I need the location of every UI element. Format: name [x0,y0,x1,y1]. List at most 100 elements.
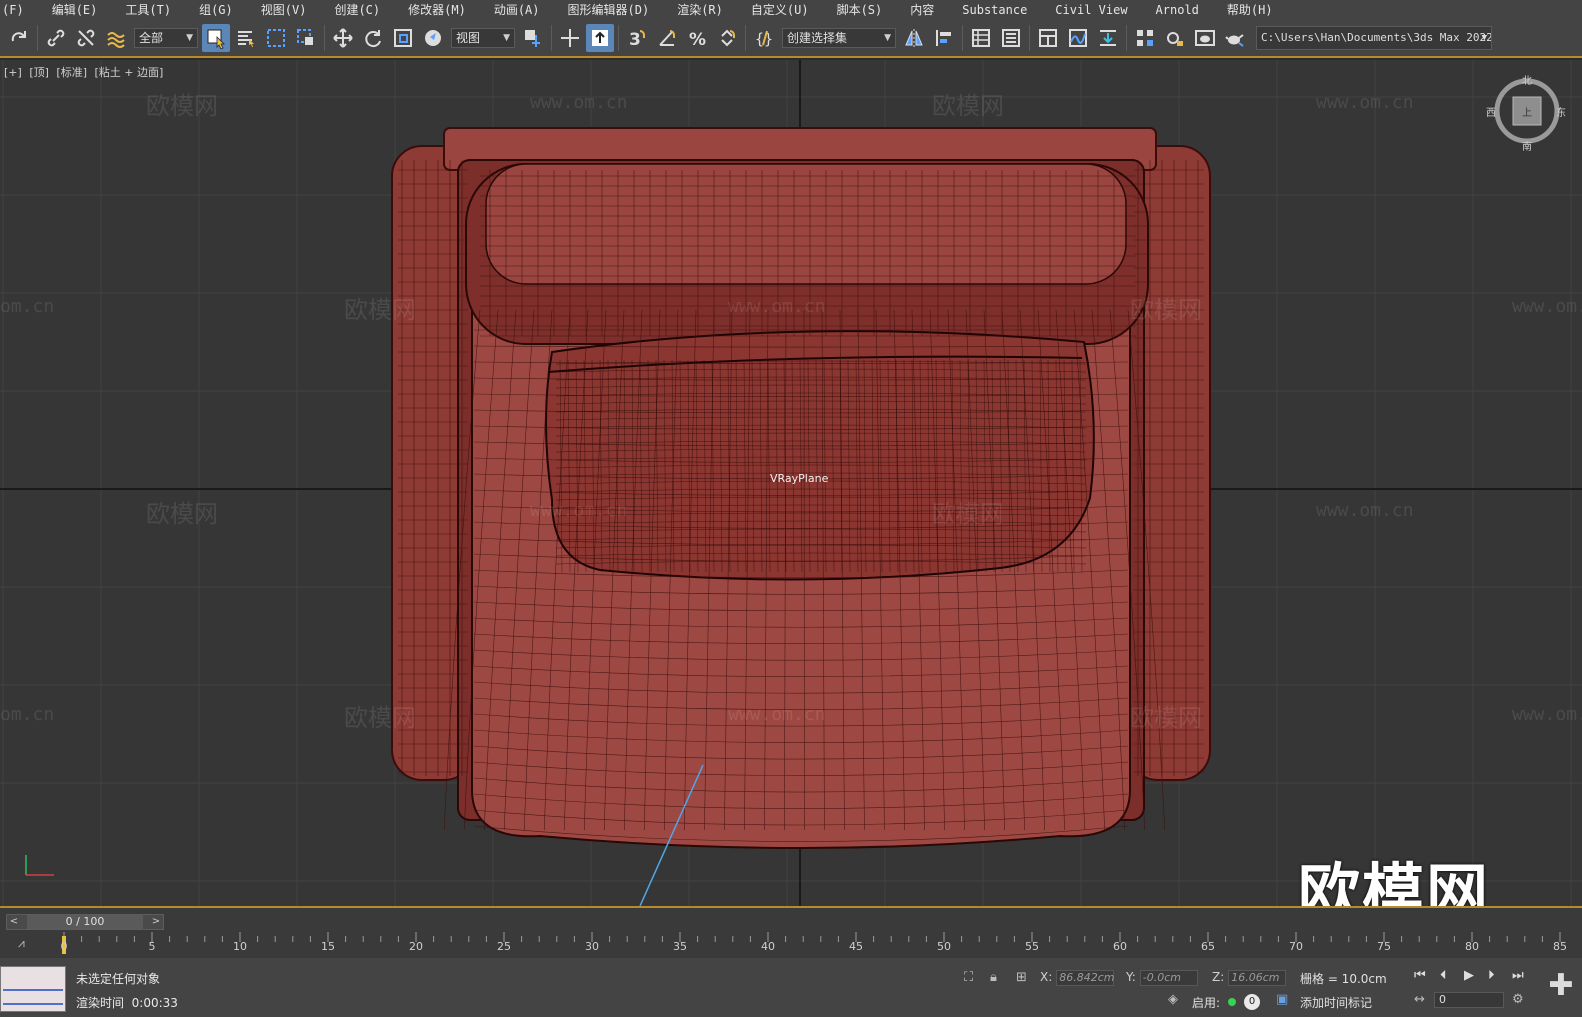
menu-item[interactable]: Arnold [1142,0,1213,20]
pivot-center-button[interactable] [519,24,547,52]
previous-frame-icon[interactable]: ⏴ [1440,968,1447,983]
next-frame-icon[interactable]: ⏵ [1488,968,1495,983]
bind-space-warp-button[interactable] [102,24,130,52]
isolate-selection-icon[interactable]: ⛶ [964,970,973,985]
select-manipulate-button[interactable] [556,24,584,52]
menu-item[interactable]: 动画(A) [480,0,554,20]
viewcube-west[interactable]: 西 [1486,104,1496,119]
watermark-text: www.om.cn [530,500,628,521]
add-time-tag[interactable]: 添加时间标记 [1300,994,1372,1011]
align-button[interactable] [930,24,958,52]
menu-item[interactable]: 组(G) [185,0,247,20]
chevron-down-icon: ▼ [884,33,891,43]
track-bar[interactable] [62,932,1570,960]
chevron-left-icon[interactable]: < [7,915,21,929]
viewport-point-of-view-menu[interactable]: [顶] [29,66,49,79]
viewport-label-menu[interactable]: [+] [顶] [标准] [粘土 + 边面] [4,64,167,80]
menu-item[interactable]: 帮助(H) [1213,0,1287,20]
track-bar-tick-label: 5 [148,940,156,953]
placement-button[interactable] [419,24,447,52]
go-to-end-icon[interactable]: ⏭ [1512,968,1524,983]
render-production-button[interactable] [1221,24,1249,52]
viewport-plus-menu[interactable]: [+] [4,66,22,79]
viewcube-north[interactable]: 北 [1522,72,1532,87]
current-frame-field[interactable]: 0 [1434,992,1504,1008]
zoom-extents-all-icon[interactable]: ✚ [1544,970,1578,1004]
redo-button[interactable] [5,24,33,52]
key-mode-toggle-icon[interactable]: ↔ [1414,992,1425,1007]
unlink-button[interactable] [72,24,100,52]
rotate-button[interactable] [359,24,387,52]
viewcube-south[interactable]: 南 [1522,138,1532,153]
schematic-view-button[interactable] [1094,24,1122,52]
material-editor-button[interactable] [1131,24,1159,52]
mini-curve-editor-icon[interactable]: ⩘ [18,936,25,951]
viewcube-east[interactable]: 东 [1556,104,1566,119]
menu-item[interactable]: Substance [948,0,1041,20]
absolute-mode-icon[interactable]: ⊞ [1016,970,1027,985]
menu-item[interactable]: 渲染(R) [663,0,737,20]
scene-explorer-icon [972,29,990,47]
watermark-text: www.om.cn [1316,500,1414,521]
menu-item[interactable]: 工具(T) [111,0,185,20]
reference-coordinate-dropdown[interactable]: 视图 ▼ [451,28,515,48]
layer-explorer-button[interactable] [997,24,1025,52]
angle-snap-button[interactable] [653,24,681,52]
watermark-text: 欧模网 [146,92,218,120]
armchair-mesh[interactable] [391,127,1211,849]
curve-editor-button[interactable] [1064,24,1092,52]
viewcube-top-face[interactable]: 上 [1522,104,1532,119]
time-tag-icon[interactable]: ▣ [1276,992,1288,1007]
coord-y-field[interactable]: -0.0cm [1139,970,1198,986]
toggle-ribbon-button[interactable] [1034,24,1062,52]
go-to-start-icon[interactable]: ⏮ [1414,968,1426,983]
adaptive-degradation-icon[interactable]: ◈ [1168,992,1178,1007]
menu-item[interactable]: 创建(C) [320,0,394,20]
window-crossing-button[interactable] [292,24,320,52]
percent-snap-button[interactable]: % [683,24,711,52]
select-by-name-button[interactable] [232,24,260,52]
time-configuration-icon[interactable]: ⚙ [1512,992,1524,1007]
time-slider-value[interactable]: 0 / 100 [27,915,143,929]
play-icon[interactable]: ▶ [1464,968,1474,983]
list-select-icon [238,31,254,47]
named-selection-dropdown[interactable]: 创建选择集 ▼ [782,28,896,48]
menu-item[interactable]: Civil View [1041,0,1141,20]
edit-named-selection-button[interactable]: {} [750,24,778,52]
rendered-frame-window-button[interactable] [1191,24,1219,52]
lock-icon[interactable]: 🔒︎ [990,970,997,985]
menu-item[interactable]: 修改器(M) [394,0,480,20]
menu-item[interactable]: 自定义(U) [737,0,823,20]
enable-label: 启用: [1192,996,1221,1010]
select-object-button[interactable] [202,24,230,52]
rotate-icon [365,30,381,48]
link-button[interactable] [42,24,70,52]
menu-item[interactable]: (F) [0,0,38,20]
menu-item[interactable]: 内容 [896,0,948,20]
move-button[interactable] [329,24,357,52]
coord-x-field[interactable]: 86.842cm [1056,970,1115,986]
spinner-snap-button[interactable] [713,24,741,52]
coord-z-field[interactable]: 16.06cm [1228,970,1287,986]
viewport-shading-mode-menu[interactable]: [粘土 + 边面] [95,66,164,79]
menu-item[interactable]: 脚本(S) [823,0,897,20]
viewport-shading-standard-menu[interactable]: [标准] [56,66,87,79]
maxscript-mini-listener[interactable] [0,966,66,1012]
snaps-toggle-button[interactable]: 3 [623,24,651,52]
project-folder-path[interactable]: C:\Users\Han\Documents\3ds Max 2022 ▼ [1256,26,1492,50]
selection-filter-dropdown[interactable]: 全部 ▼ [134,28,198,48]
rectangular-selection-button[interactable] [262,24,290,52]
scene-explorer-button[interactable] [967,24,995,52]
chevron-right-icon[interactable]: > [149,915,163,929]
keyboard-shortcut-override-button[interactable] [586,24,614,52]
scale-button[interactable] [389,24,417,52]
menu-item[interactable]: 视图(V) [247,0,321,20]
enable-count-badge[interactable]: 0 [1244,994,1260,1010]
time-slider[interactable]: < 0 / 100 > [6,914,164,930]
render-setup-button[interactable] [1161,24,1189,52]
mirror-button[interactable] [900,24,928,52]
menu-item[interactable]: 编辑(E) [38,0,112,20]
top-viewport[interactable]: [+] [顶] [标准] [粘土 + 边面] 欧模网 www.om.cn 欧模网 ww… [0,60,1582,906]
viewcube[interactable]: 北 南 东 西 上 [1486,72,1566,153]
menu-item[interactable]: 图形编辑器(D) [554,0,664,20]
